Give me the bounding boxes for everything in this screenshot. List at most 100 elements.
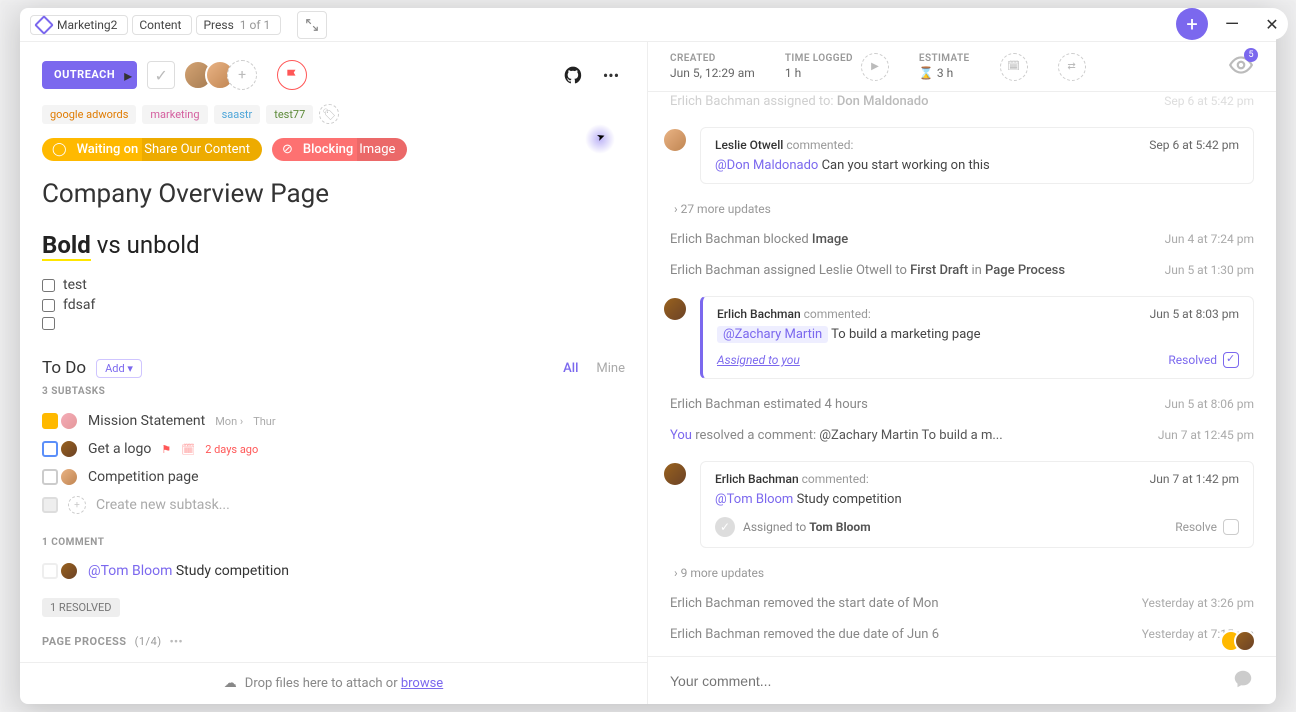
status-button[interactable]: OUTREACH <box>42 61 127 89</box>
more-updates-toggle[interactable]: 9 more updates <box>670 558 1254 588</box>
check-icon: ✓ <box>715 517 735 537</box>
plain-text: vs unbold <box>91 231 200 259</box>
workspace-icon <box>34 15 54 35</box>
resolved-indicator[interactable]: Resolved <box>1168 352 1239 368</box>
page-process-fraction: (1/4) <box>135 635 162 648</box>
resolved-chip[interactable]: 1 RESOLVED <box>42 598 120 617</box>
commenter-avatar <box>662 127 688 153</box>
checklist-item[interactable]: test <box>42 277 625 293</box>
priority-flag-button[interactable] <box>277 60 307 90</box>
waiting-icon: ◯ <box>42 138 73 161</box>
add-tag-button[interactable]: 🏷 <box>319 104 339 124</box>
subtask-row[interactable]: Mission Statement Mon › Thur <box>42 407 625 435</box>
subtask-assignee-avatar[interactable] <box>60 440 78 458</box>
more-updates-toggle[interactable]: 27 more updates <box>670 194 1254 224</box>
activity-line: Erlich Bachman assigned to: Don Maldonad… <box>670 92 1254 117</box>
minimize-button[interactable]: — <box>1216 8 1248 40</box>
add-subtask-button[interactable]: Add ▾ <box>96 359 142 378</box>
filter-all-tab[interactable]: All <box>563 361 578 376</box>
filter-mine-tab[interactable]: Mine <box>596 361 625 376</box>
subtask-row[interactable]: Get a logo ⚑ 🗓 2 days ago <box>42 435 625 463</box>
estimate-value: ⌛ 3 h <box>919 66 970 80</box>
waiting-on-pill[interactable]: ◯ Waiting on Share Our Content <box>42 138 262 161</box>
comment-card: Leslie Otwell commented: Sep 6 at 5:42 p… <box>670 117 1254 194</box>
assigned-pill[interactable]: ✓ Assigned to Tom Bloom <box>715 517 871 537</box>
add-assignee-button[interactable]: + <box>227 60 257 90</box>
breadcrumb-workspace[interactable]: Marketing2 <box>30 15 128 35</box>
more-icon[interactable]: ••• <box>170 635 183 648</box>
global-add-button[interactable]: + <box>1176 8 1208 40</box>
activity-line: Erlich Bachman blocked Image Jun 4 at 7:… <box>670 224 1254 255</box>
subtask-status[interactable] <box>42 441 58 457</box>
page-process-row[interactable]: PAGE PROCESS (1/4) ••• <box>42 635 625 648</box>
checklist-item[interactable]: fdsaf <box>42 297 625 313</box>
cloud-upload-icon: ☁ <box>224 676 237 691</box>
breadcrumb-list[interactable]: Press 1 of 1 <box>196 15 281 35</box>
complete-checkbox[interactable]: ✓ <box>147 61 175 89</box>
watcher-avatar <box>1234 630 1256 652</box>
status-dropdown[interactable]: ▸ <box>119 61 137 89</box>
checkbox[interactable] <box>42 279 55 292</box>
browse-link[interactable]: browse <box>401 676 443 691</box>
subtask-assignee-avatar[interactable] <box>60 412 78 430</box>
checkbox[interactable] <box>42 317 55 330</box>
commenter-avatar <box>662 296 688 322</box>
created-label: CREATED <box>670 53 755 64</box>
comment-input[interactable] <box>670 673 1232 689</box>
mention[interactable]: @Zachary Martin <box>717 326 828 343</box>
created-value: Jun 5, 12:29 am <box>670 66 755 80</box>
watchers-button[interactable]: 5 <box>1228 52 1254 81</box>
expand-button[interactable] <box>297 11 327 39</box>
estimate-label: ESTIMATE <box>919 53 970 64</box>
watchers-count: 5 <box>1244 48 1258 62</box>
checkbox[interactable] <box>42 299 55 312</box>
link-button[interactable]: ⇄ <box>1058 53 1086 81</box>
more-menu-icon[interactable]: ••• <box>597 61 625 89</box>
tag-chip[interactable]: test77 <box>266 105 313 124</box>
comment-body: Can you start working on this <box>818 158 989 173</box>
subtask-status[interactable] <box>42 469 58 485</box>
date-button[interactable]: 🗓 <box>1000 53 1028 81</box>
tag-chip[interactable]: google adwords <box>42 105 136 124</box>
subtask-heading: To Do <box>42 358 86 378</box>
subtask-status[interactable] <box>42 413 58 429</box>
timestamp: Jun 5 at 8:03 pm <box>1150 307 1239 321</box>
dropzone-text: Drop files here to attach or <box>245 676 401 691</box>
comments-section-label: 1 COMMENT <box>42 537 625 548</box>
dep-title: Image <box>357 138 407 161</box>
task-description-heading[interactable]: Bold vs unbold <box>42 231 625 259</box>
task-title[interactable]: Company Overview Page <box>42 179 625 209</box>
tag-chip[interactable]: saastr <box>214 105 261 124</box>
breadcrumb-label: Content <box>139 18 181 32</box>
github-icon[interactable] <box>559 61 587 89</box>
mention[interactable]: @Don Maldonado <box>715 158 818 173</box>
mention[interactable]: @Tom Bloom <box>715 492 793 507</box>
breadcrumb-folder[interactable]: Content <box>132 15 192 35</box>
create-subtask-placeholder: Create new subtask... <box>96 497 230 513</box>
mention[interactable]: @Tom Bloom <box>88 563 172 579</box>
comment-checkbox[interactable] <box>42 563 58 579</box>
resolve-button[interactable]: Resolve <box>1175 519 1239 535</box>
checklist-item-empty[interactable] <box>42 317 625 330</box>
tag-chip[interactable]: marketing <box>142 105 207 124</box>
assignee-placeholder-icon: + <box>68 496 86 514</box>
activity-feed: Erlich Bachman assigned to: Don Maldonad… <box>648 92 1276 656</box>
timer-button[interactable]: ▶ <box>861 53 889 81</box>
commenter-avatar <box>662 461 688 487</box>
attachment-dropzone[interactable]: ☁ Drop files here to attach or browse <box>20 662 647 704</box>
close-button[interactable]: ✕ <box>1256 8 1288 40</box>
blocking-pill[interactable]: ⊘ Blocking Image <box>272 138 408 161</box>
subtask-due-date: 2 days ago <box>205 443 258 456</box>
send-icon[interactable] <box>1232 668 1254 694</box>
breadcrumb-label: Press <box>203 18 233 32</box>
assigned-note[interactable]: Assigned to you <box>717 353 800 367</box>
comment-row[interactable]: @Tom Bloom Study competition <box>42 558 625 584</box>
watchers-avatars[interactable] <box>1228 630 1256 652</box>
subtask-assignee-avatar[interactable] <box>60 468 78 486</box>
breadcrumb-count: 1 of 1 <box>240 18 270 32</box>
time-logged-label: TIME LOGGED <box>785 53 853 64</box>
comment-body: Study competition <box>793 492 901 507</box>
subtask-row[interactable]: Competition page <box>42 463 625 491</box>
create-subtask-row[interactable]: + Create new subtask... <box>42 491 625 519</box>
activity-line: Erlich Bachman removed the due date of J… <box>670 619 1254 650</box>
